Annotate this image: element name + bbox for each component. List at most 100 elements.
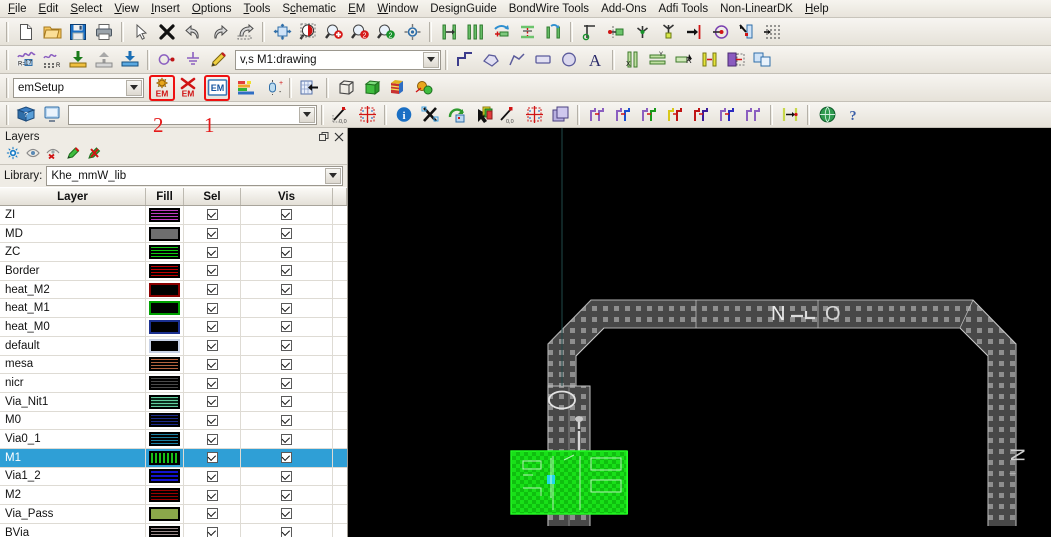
layer-color-swatch[interactable]: [149, 450, 180, 465]
chevron-down-icon[interactable]: [126, 79, 142, 96]
pin-node-icon[interactable]: [155, 48, 179, 72]
layer-vis-checkbox-cell[interactable]: [241, 243, 333, 262]
layer-color-swatch[interactable]: [149, 301, 180, 316]
align-center-icon[interactable]: [463, 20, 487, 44]
em-simulate-icon[interactable]: EM: [204, 74, 230, 101]
layer-sel-checkbox-cell[interactable]: [184, 318, 241, 336]
gear-icon[interactable]: [6, 146, 20, 163]
table-row[interactable]: Via_Pass: [0, 505, 347, 524]
sel-checkbox[interactable]: [206, 527, 218, 537]
library-combo[interactable]: Khe_mmW_lib: [46, 165, 343, 186]
grid-snap-icon[interactable]: [522, 103, 546, 127]
distribute-icon[interactable]: [489, 20, 513, 44]
select-all-icon[interactable]: [66, 146, 81, 163]
layer-fill-cell[interactable]: [146, 280, 184, 299]
layer-color-swatch[interactable]: [149, 488, 180, 503]
menu-options[interactable]: Options: [186, 2, 238, 16]
menu-select[interactable]: Select: [64, 2, 108, 16]
pencil-icon[interactable]: [207, 48, 231, 72]
menu-bondwire-tools[interactable]: BondWire Tools: [503, 2, 595, 16]
probe-icon[interactable]: [708, 20, 732, 44]
vis-checkbox[interactable]: [281, 321, 292, 333]
layer-sel-checkbox-cell[interactable]: [184, 243, 241, 262]
zoom-in-icon[interactable]: [322, 20, 346, 44]
column-header-sel[interactable]: Sel: [184, 188, 241, 205]
measure-icon[interactable]: [734, 20, 758, 44]
float-icon[interactable]: [317, 130, 330, 143]
layer-select-combo[interactable]: v,s M1:drawing: [235, 49, 441, 70]
sparam-dots-icon[interactable]: R: [40, 48, 64, 72]
menu-window[interactable]: Window: [371, 2, 424, 16]
table-row[interactable]: M2: [0, 486, 347, 505]
layer-fill-cell[interactable]: [146, 467, 184, 486]
mesh-back-icon[interactable]: [297, 76, 321, 100]
globe-icon[interactable]: [815, 103, 839, 127]
layer-sel-checkbox-cell[interactable]: [184, 280, 241, 299]
table-row[interactable]: BVia: [0, 523, 347, 537]
vis-checkbox[interactable]: [281, 209, 292, 221]
menu-edit[interactable]: Edit: [33, 2, 65, 16]
zoom-fit-icon[interactable]: 2: [374, 20, 398, 44]
menu-help[interactable]: Help: [799, 2, 835, 16]
vis-checkbox[interactable]: [281, 470, 292, 482]
layer-sel-checkbox-cell[interactable]: [184, 355, 241, 374]
layer-color-swatch[interactable]: [149, 338, 180, 353]
copy-layer-icon[interactable]: [750, 48, 774, 72]
import-down-icon[interactable]: [66, 48, 90, 72]
layer-fill-cell[interactable]: [146, 430, 184, 448]
layer-vis-checkbox-cell[interactable]: [241, 467, 333, 486]
layer-sel-checkbox-cell[interactable]: [184, 224, 241, 243]
snap-crosshair-icon[interactable]: [355, 103, 379, 127]
layer-vis-checkbox-cell[interactable]: [241, 355, 333, 374]
table-row[interactable]: mesa: [0, 355, 347, 375]
collapse-icon[interactable]: [118, 48, 142, 72]
column-header-vis[interactable]: Vis: [241, 188, 333, 205]
snap-grid-icon[interactable]: [760, 20, 784, 44]
chevron-down-icon[interactable]: [299, 106, 315, 123]
ruler-icon[interactable]: [682, 20, 706, 44]
align-left-icon[interactable]: [437, 20, 461, 44]
signal-green-icon[interactable]: [637, 103, 661, 127]
menu-tools[interactable]: Tools: [238, 2, 277, 16]
em-setup-icon[interactable]: EM: [149, 74, 175, 101]
sel-checkbox[interactable]: [206, 209, 218, 221]
vis-checkbox[interactable]: [281, 265, 292, 277]
vis-checkbox[interactable]: [281, 508, 292, 520]
coord-origin-icon[interactable]: 0,0: [329, 103, 353, 127]
layer-vis-checkbox-cell[interactable]: [241, 262, 333, 280]
table-row[interactable]: nicr: [0, 374, 347, 393]
table-row[interactable]: heat_M1: [0, 299, 347, 319]
vis-checkbox[interactable]: [281, 433, 292, 445]
sel-checkbox[interactable]: [206, 302, 218, 314]
layer-vis-checkbox-cell[interactable]: [241, 224, 333, 243]
layer-color-swatch[interactable]: [149, 376, 180, 391]
rotate-r-icon[interactable]: R: [672, 48, 696, 72]
sel-checkbox[interactable]: [206, 396, 218, 408]
layer-fill-cell[interactable]: [146, 336, 184, 355]
eye-off-icon[interactable]: [46, 147, 60, 162]
undo-icon[interactable]: [181, 20, 205, 44]
layer-color-swatch[interactable]: [149, 207, 180, 222]
sel-checkbox[interactable]: [206, 284, 218, 296]
rotate-icon[interactable]: [233, 20, 257, 44]
table-row[interactable]: default: [0, 336, 347, 356]
vis-checkbox[interactable]: [281, 302, 292, 314]
vis-checkbox[interactable]: [281, 414, 292, 426]
chevron-down-icon[interactable]: [325, 167, 341, 184]
signal-blue-icon[interactable]: [611, 103, 635, 127]
table-row[interactable]: M0: [0, 411, 347, 431]
info-icon[interactable]: i: [392, 103, 416, 127]
stretch-x-icon[interactable]: X: [620, 48, 644, 72]
em-model-icon[interactable]: [412, 76, 436, 100]
layer-vis-checkbox-cell[interactable]: [241, 392, 333, 411]
sel-checkbox[interactable]: [206, 321, 218, 333]
zoom-out-icon[interactable]: 2: [348, 20, 372, 44]
path-step-icon[interactable]: [453, 48, 477, 72]
delete-net-icon[interactable]: [418, 103, 442, 127]
layer-color-swatch[interactable]: [149, 245, 180, 260]
signal-red-icon[interactable]: [689, 103, 713, 127]
sel-checkbox[interactable]: [206, 265, 218, 277]
layer-sel-checkbox-cell[interactable]: [184, 336, 241, 355]
table-row[interactable]: ZC: [0, 243, 347, 263]
origin-marker-icon[interactable]: 0,0: [496, 103, 520, 127]
